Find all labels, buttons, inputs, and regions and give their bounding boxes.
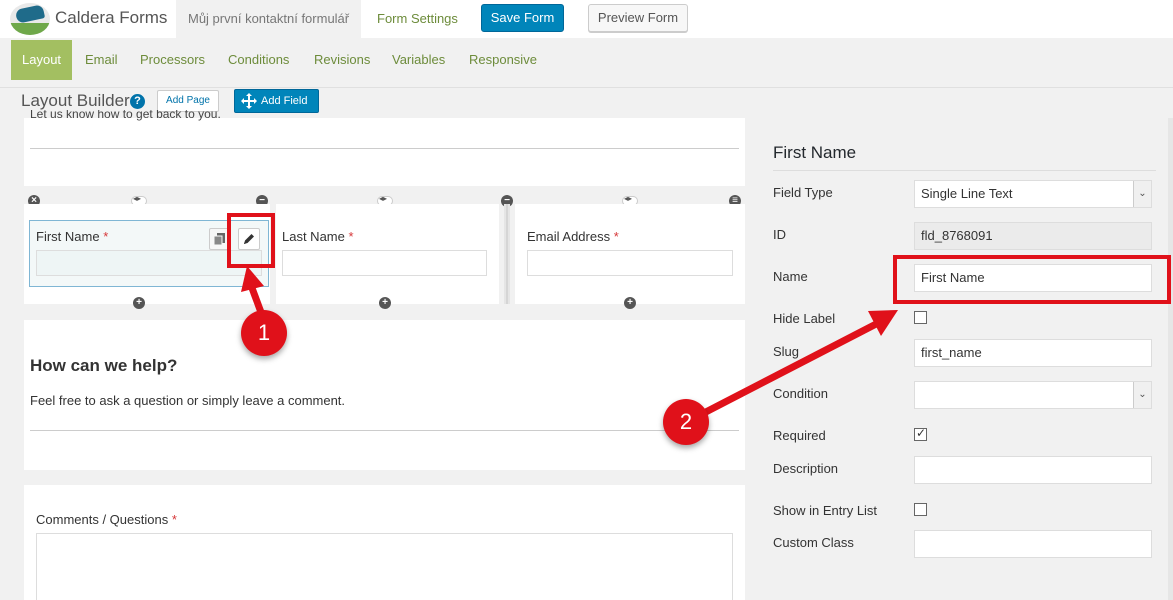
email-label: Email Address * — [527, 229, 619, 244]
comments-textarea[interactable] — [36, 533, 733, 600]
chevron-down-icon: ⌄ — [1133, 382, 1151, 408]
tab-responsive[interactable]: Responsive — [469, 40, 537, 80]
highlight-box-edit — [227, 213, 275, 268]
hide-label-checkbox[interactable] — [914, 311, 927, 324]
tab-variables[interactable]: Variables — [392, 40, 445, 80]
chevron-down-icon: ⌄ — [1133, 181, 1151, 207]
layout-builder-title: Layout Builder — [21, 91, 130, 110]
slug-field[interactable]: first_name — [914, 339, 1152, 367]
last-name-label: Last Name * — [282, 229, 354, 244]
condition-select[interactable]: ⌄ — [914, 381, 1152, 409]
custom-class-field[interactable] — [914, 530, 1152, 558]
intro-section — [24, 118, 745, 186]
annotation-badge-1: 1 — [241, 310, 287, 356]
divider — [773, 170, 1156, 171]
move-icon — [241, 93, 257, 109]
field-type-label: Field Type — [773, 185, 833, 200]
save-form-button[interactable]: Save Form — [481, 4, 564, 32]
preview-form-button[interactable]: Preview Form — [588, 4, 688, 32]
field-type-select[interactable]: Single Line Text ⌄ — [914, 180, 1152, 208]
add-page-button[interactable]: Add Page — [157, 90, 219, 112]
condition-label: Condition — [773, 386, 828, 401]
help-icon[interactable]: ? — [130, 94, 145, 109]
entry-list-checkbox[interactable] — [914, 503, 927, 516]
brand-name: Caldera Forms — [55, 8, 168, 27]
tab-conditions[interactable]: Conditions — [228, 40, 289, 80]
intro-text: Let us know how to get back to you. — [30, 110, 221, 121]
comments-label: Comments / Questions * — [36, 512, 177, 527]
tab-layout[interactable]: Layout — [11, 40, 73, 80]
description-label: Description — [773, 461, 839, 476]
add-field-plus-icon[interactable]: + — [379, 297, 391, 309]
highlight-box-name — [893, 255, 1171, 304]
field-type-value: Single Line Text — [921, 186, 1013, 201]
form-settings-link[interactable]: Form Settings — [377, 11, 458, 26]
caldera-logo-icon — [10, 3, 50, 35]
top-bar: Caldera Forms Můj první kontaktní formul… — [0, 0, 1173, 38]
add-field-button[interactable]: Add Field — [234, 89, 319, 113]
column-divider[interactable] — [504, 204, 510, 304]
editor-tabs: Layout Email Processors Conditions Revis… — [0, 38, 1173, 88]
custom-class-label: Custom Class — [773, 535, 854, 550]
name-label: Name — [773, 269, 808, 284]
id-field: fld_8768091 — [914, 222, 1152, 250]
help-heading: How can we help? — [30, 356, 178, 375]
email-input[interactable] — [527, 250, 733, 276]
required-label: Required — [773, 428, 826, 443]
description-field[interactable] — [914, 456, 1152, 484]
divider — [30, 148, 739, 149]
form-name-tab[interactable]: Můj první kontaktní formulář — [176, 0, 362, 38]
id-label: ID — [773, 227, 786, 242]
hide-label-label: Hide Label — [773, 311, 836, 326]
slug-label: Slug — [773, 344, 800, 359]
add-field-label: Add Field — [261, 95, 308, 107]
tab-revisions[interactable]: Revisions — [314, 40, 370, 80]
help-text: Feel free to ask a question or simply le… — [30, 393, 346, 408]
last-name-input[interactable] — [282, 250, 487, 276]
settings-title: First Name — [773, 143, 857, 162]
divider — [30, 430, 739, 431]
scrollbar[interactable] — [1168, 118, 1173, 600]
required-checkbox[interactable] — [914, 426, 927, 441]
copy-icon — [213, 233, 225, 246]
add-field-plus-icon[interactable]: + — [133, 297, 145, 309]
entry-list-label: Show in Entry List — [773, 503, 878, 518]
tab-email[interactable]: Email — [85, 40, 118, 80]
annotation-badge-2: 2 — [663, 399, 709, 445]
first-name-label: First Name * — [36, 229, 109, 244]
tab-processors[interactable]: Processors — [140, 40, 205, 80]
add-field-plus-icon[interactable]: + — [624, 297, 636, 309]
